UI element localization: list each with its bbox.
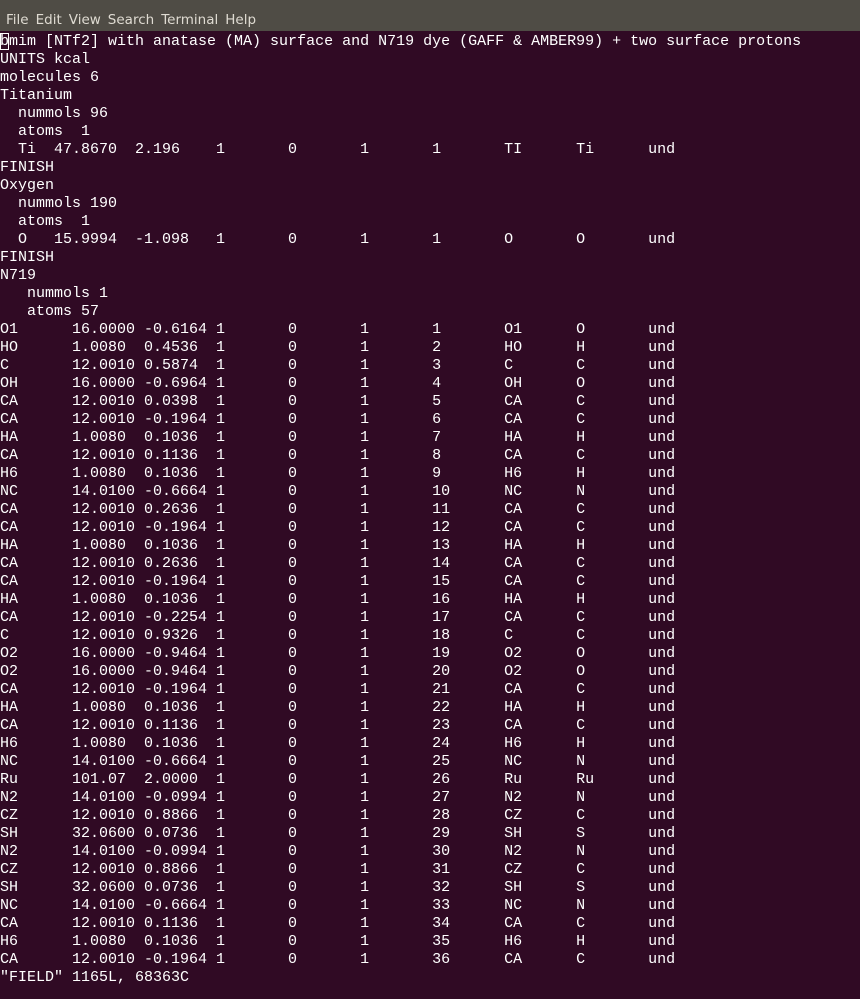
file-line: CA 12.0010 0.1136 1 0 1 23 CA C und: [0, 717, 676, 734]
menu-view[interactable]: View: [69, 12, 101, 28]
file-line: atoms 57: [0, 303, 100, 320]
file-line: CA 12.0010 -0.1964 1 0 1 12 CA C und: [0, 519, 676, 536]
file-line: HO 1.0080 0.4536 1 0 1 2 HO H und: [0, 339, 676, 356]
menu-search[interactable]: Search: [108, 12, 154, 28]
file-line: O2 16.0000 -0.9464 1 0 1 19 O2 O und: [0, 645, 676, 662]
file-line: CA 12.0010 -0.1964 1 0 1 36 CA C und: [0, 951, 676, 968]
file-line: FINISH: [0, 159, 55, 176]
file-line: C 12.0010 0.9326 1 0 1 18 C C und: [0, 627, 676, 644]
file-line: nummols 96: [0, 105, 109, 122]
window-titlebar: [0, 0, 860, 8]
file-line: SH 32.0600 0.0736 1 0 1 29 SH S und: [0, 825, 676, 842]
menu-bar: File Edit View Search Terminal Help: [0, 8, 860, 31]
file-line: O 15.9994 -1.098 1 0 1 1 O O und: [0, 231, 676, 248]
file-line: Titanium: [0, 87, 73, 104]
file-line: HA 1.0080 0.1036 1 0 1 22 HA H und: [0, 699, 676, 716]
line-text: mim [NTf2] with anatase (MA) surface and…: [9, 33, 802, 50]
file-line: nummols 1: [0, 285, 109, 302]
file-line: NC 14.0100 -0.6664 1 0 1 10 NC N und: [0, 483, 676, 500]
file-line: CA 12.0010 0.1136 1 0 1 34 CA C und: [0, 915, 676, 932]
file-title-line: bmim [NTf2] with anatase (MA) surface an…: [0, 33, 860, 51]
file-line: UNITS kcal: [0, 51, 91, 68]
terminal-text-area[interactable]: bmim [NTf2] with anatase (MA) surface an…: [0, 33, 860, 999]
file-line: atoms 1: [0, 213, 91, 230]
file-line: Ru 101.07 2.0000 1 0 1 26 Ru Ru und: [0, 771, 676, 788]
file-line: CZ 12.0010 0.8866 1 0 1 31 CZ C und: [0, 861, 676, 878]
file-line: O2 16.0000 -0.9464 1 0 1 20 O2 O und: [0, 663, 676, 680]
file-line: OH 16.0000 -0.6964 1 0 1 4 OH O und: [0, 375, 676, 392]
file-line: nummols 190: [0, 195, 118, 212]
file-line: molecules 6: [0, 69, 100, 86]
menu-help[interactable]: Help: [225, 12, 256, 28]
file-line: FINISH: [0, 249, 55, 266]
file-line: HA 1.0080 0.1036 1 0 1 7 HA H und: [0, 429, 676, 446]
file-line: CA 12.0010 0.1136 1 0 1 8 CA C und: [0, 447, 676, 464]
file-line: O1 16.0000 -0.6164 1 0 1 1 O1 O und: [0, 321, 676, 338]
file-line: CA 12.0010 -0.1964 1 0 1 21 CA C und: [0, 681, 676, 698]
file-line: Oxygen: [0, 177, 55, 194]
file-line: N2 14.0100 -0.0994 1 0 1 30 N2 N und: [0, 843, 676, 860]
menu-edit[interactable]: Edit: [36, 12, 62, 28]
file-line: H6 1.0080 0.1036 1 0 1 35 H6 H und: [0, 933, 676, 950]
file-line: H6 1.0080 0.1036 1 0 1 24 H6 H und: [0, 735, 676, 752]
file-line: Ti 47.8670 2.196 1 0 1 1 TI Ti und: [0, 141, 676, 158]
file-line: CA 12.0010 -0.1964 1 0 1 15 CA C und: [0, 573, 676, 590]
file-line: NC 14.0100 -0.6664 1 0 1 33 NC N und: [0, 897, 676, 914]
file-line: C 12.0010 0.5874 1 0 1 3 C C und: [0, 357, 676, 374]
vim-status-line: "FIELD" 1165L, 68363C: [0, 969, 190, 986]
file-line: N719: [0, 267, 37, 284]
file-line: SH 32.0600 0.0736 1 0 1 32 SH S und: [0, 879, 676, 896]
file-line: HA 1.0080 0.1036 1 0 1 16 HA H und: [0, 591, 676, 608]
file-line: HA 1.0080 0.1036 1 0 1 13 HA H und: [0, 537, 676, 554]
file-line: CA 12.0010 -0.2254 1 0 1 17 CA C und: [0, 609, 676, 626]
file-line: N2 14.0100 -0.0994 1 0 1 27 N2 N und: [0, 789, 676, 806]
file-line: CA 12.0010 0.2636 1 0 1 14 CA C und: [0, 555, 676, 572]
file-line: CA 12.0010 -0.1964 1 0 1 6 CA C und: [0, 411, 676, 428]
file-line: CA 12.0010 0.0398 1 0 1 5 CA C und: [0, 393, 676, 410]
text-cursor: b: [0, 33, 10, 50]
menu-terminal[interactable]: Terminal: [161, 12, 218, 28]
menu-file[interactable]: File: [6, 12, 29, 28]
file-line: NC 14.0100 -0.6664 1 0 1 25 NC N und: [0, 753, 676, 770]
file-line: H6 1.0080 0.1036 1 0 1 9 H6 H und: [0, 465, 676, 482]
file-line: CZ 12.0010 0.8866 1 0 1 28 CZ C und: [0, 807, 676, 824]
file-line: CA 12.0010 0.2636 1 0 1 11 CA C und: [0, 501, 676, 518]
file-line: atoms 1: [0, 123, 91, 140]
